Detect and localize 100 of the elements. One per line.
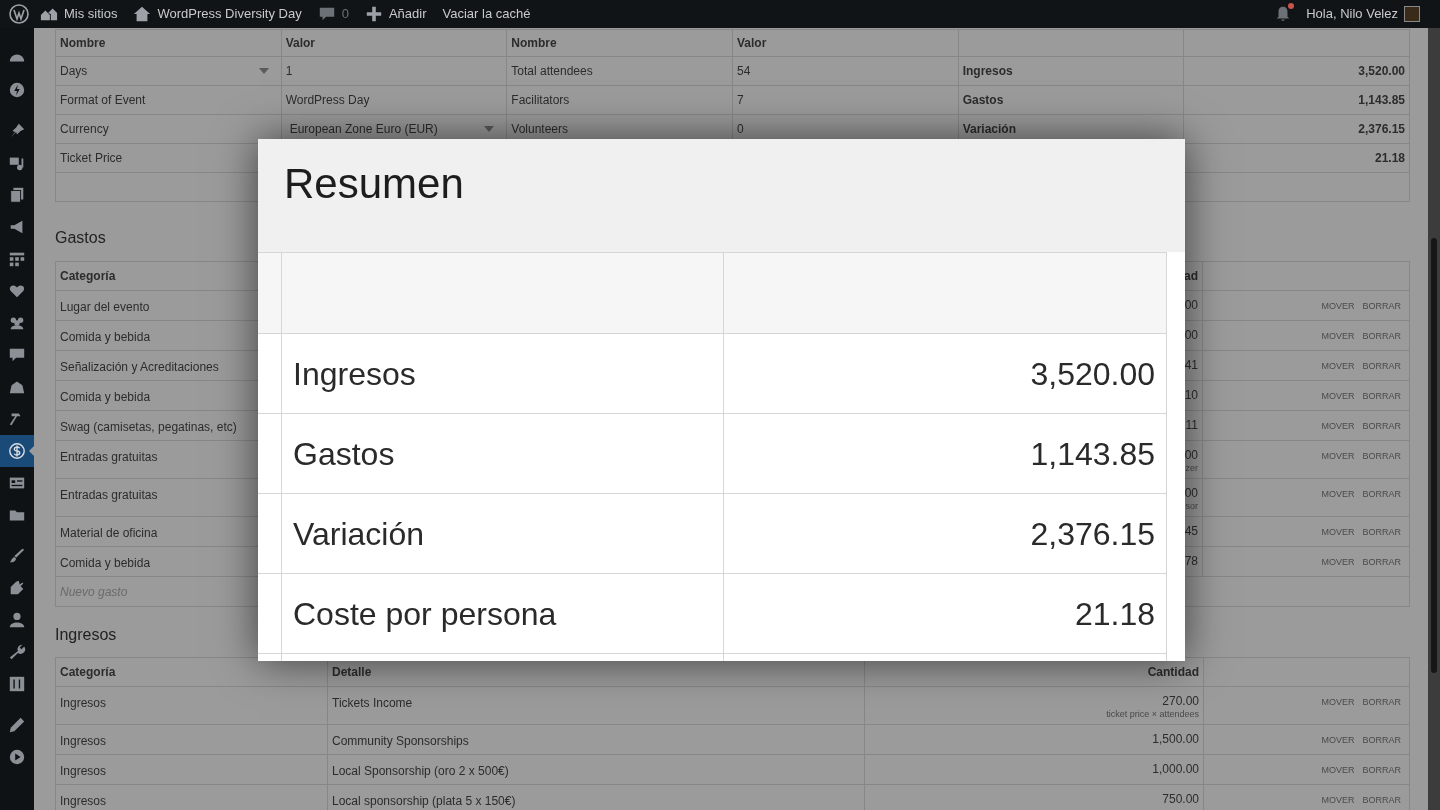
notifications-button[interactable] <box>1274 5 1293 23</box>
greeting-link[interactable]: Hola, Nilo Velez <box>1306 4 1398 24</box>
table-cell-text: 2,376.15 <box>1358 121 1405 138</box>
section-heading: Gastos <box>55 228 107 248</box>
table-cell: 00 <box>1184 448 1198 462</box>
home-icon <box>133 5 152 23</box>
table-cell-text: 3,520.00 <box>1358 63 1405 80</box>
table-cell: 00 <box>1184 328 1198 342</box>
delete-link[interactable]: BORRAR <box>1362 488 1401 502</box>
user-icon <box>8 611 26 629</box>
delete-link[interactable]: BORRAR <box>1362 390 1401 404</box>
move-link[interactable]: MOVER <box>1321 360 1355 374</box>
move-link[interactable]: MOVER <box>1321 526 1355 540</box>
avatar[interactable] <box>1404 6 1420 22</box>
bolt-icon <box>8 81 26 99</box>
dropdown-arrow-icon <box>258 68 269 74</box>
table-cell-text: Facilitators <box>511 92 570 109</box>
table-cell-text: 2,376.15 <box>1030 514 1155 554</box>
new-link[interactable]: Añadir <box>364 4 427 24</box>
table-cell-text: Variación <box>962 121 1017 138</box>
table-cell-text: WordPress Day <box>285 92 370 109</box>
brush-icon <box>8 547 26 565</box>
sliders-icon <box>8 675 26 693</box>
delete-link[interactable]: BORRAR <box>1362 526 1401 540</box>
amount-note: ticket price × attendees <box>1106 708 1199 721</box>
table-cell: 1,000.00 <box>1152 762 1199 776</box>
delete-link[interactable]: BORRAR <box>1362 420 1401 434</box>
pages-icon <box>8 186 26 204</box>
table-cell-text: 21.18 <box>1074 594 1155 634</box>
column-header: Cantidad <box>1147 664 1199 681</box>
table-cell: 11 <box>1185 418 1198 432</box>
table-cell: 750.00 <box>1162 792 1199 806</box>
delete-link[interactable]: BORRAR <box>1362 330 1401 344</box>
sidebar-item[interactable] <box>0 435 34 467</box>
move-link[interactable]: MOVER <box>1321 734 1355 748</box>
table-cell: 78 <box>1184 554 1198 568</box>
table-cell: Tickets Income <box>328 687 865 725</box>
delete-link[interactable]: BORRAR <box>1362 734 1401 748</box>
clear-cache-link[interactable]: Vaciar la caché <box>442 4 531 24</box>
table-cell: Local Sponsorship (oro 2 x 500€) <box>328 755 865 785</box>
table-cell-text: Format of Event <box>60 92 146 109</box>
wrench-icon <box>8 643 26 661</box>
plus-icon <box>364 5 383 23</box>
delete-link[interactable]: BORRAR <box>1362 556 1401 570</box>
move-link[interactable]: MOVER <box>1321 330 1355 344</box>
table-cell-text: Coste por persona <box>293 594 557 634</box>
move-link[interactable]: MOVER <box>1321 420 1355 434</box>
table-cell-text: Ticket Price <box>60 150 123 167</box>
table-cell-text: Ingresos <box>962 63 1013 80</box>
comments-link[interactable]: 0 <box>317 4 349 24</box>
popup-title: Resumen <box>284 163 465 205</box>
column-header: Nombre <box>56 30 282 57</box>
sites-link[interactable]: Mis sitios <box>40 4 118 24</box>
table-cell-text: 1 <box>285 63 293 80</box>
move-link[interactable]: MOVER <box>1321 300 1355 314</box>
table-cell: 270.00 <box>1162 694 1199 708</box>
table-cell-text: Total attendees <box>511 63 593 80</box>
column-header: Valor <box>281 30 508 57</box>
table-cell-text: Gastos <box>962 92 1004 109</box>
move-link[interactable]: MOVER <box>1321 794 1355 808</box>
column-header: Nombre <box>507 30 733 57</box>
table-cell: 1,500.00 <box>1152 732 1199 746</box>
move-link[interactable]: MOVER <box>1321 488 1355 502</box>
amount-note: zer <box>1185 462 1198 475</box>
table-cell: Ingresos <box>56 687 328 725</box>
move-link[interactable]: MOVER <box>1321 696 1355 710</box>
plug-icon <box>8 579 26 597</box>
wordpress-logo-icon <box>9 4 29 24</box>
table-cell-text: 3,520.00 <box>1030 354 1155 394</box>
move-link[interactable]: MOVER <box>1321 556 1355 570</box>
move-link[interactable]: MOVER <box>1321 764 1355 778</box>
table-cell: 45 <box>1184 524 1198 538</box>
grid-icon <box>8 250 26 268</box>
pencil-icon <box>8 716 26 734</box>
delete-link[interactable]: BORRAR <box>1362 696 1401 710</box>
dropdown-field[interactable]: Days <box>60 62 277 80</box>
table-cell: Ingresos <box>56 725 328 755</box>
delete-link[interactable]: BORRAR <box>1362 450 1401 464</box>
scrollbar[interactable] <box>1428 28 1440 810</box>
table-cell-text: 7 <box>737 92 744 109</box>
move-link[interactable]: MOVER <box>1321 450 1355 464</box>
table-cell: 00 <box>1184 486 1198 500</box>
table-cell-text: 1,143.85 <box>1358 92 1405 109</box>
delete-link[interactable]: BORRAR <box>1362 300 1401 314</box>
table-cell: 10 <box>1184 388 1198 402</box>
delete-link[interactable]: BORRAR <box>1362 764 1401 778</box>
dropdown-field[interactable]: European Zone Euro (EUR) <box>285 120 503 138</box>
table-cell-text: Volunteers <box>511 121 569 138</box>
delete-link[interactable]: BORRAR <box>1362 360 1401 374</box>
delete-link[interactable]: BORRAR <box>1362 794 1401 808</box>
table-cell-text: 0 <box>737 121 744 138</box>
move-link[interactable]: MOVER <box>1321 390 1355 404</box>
table-cell: 41 <box>1184 358 1198 372</box>
table-cell: Ingresos <box>56 755 328 785</box>
column-header: ad <box>1184 268 1198 285</box>
table-cell-text: 21.18 <box>1374 150 1405 167</box>
table-cell-text: 54 <box>737 63 751 80</box>
table-cell: Community Sponsorships <box>328 725 865 755</box>
site-link[interactable]: WordPress Diversity Day <box>133 4 302 24</box>
play-icon <box>8 748 26 766</box>
